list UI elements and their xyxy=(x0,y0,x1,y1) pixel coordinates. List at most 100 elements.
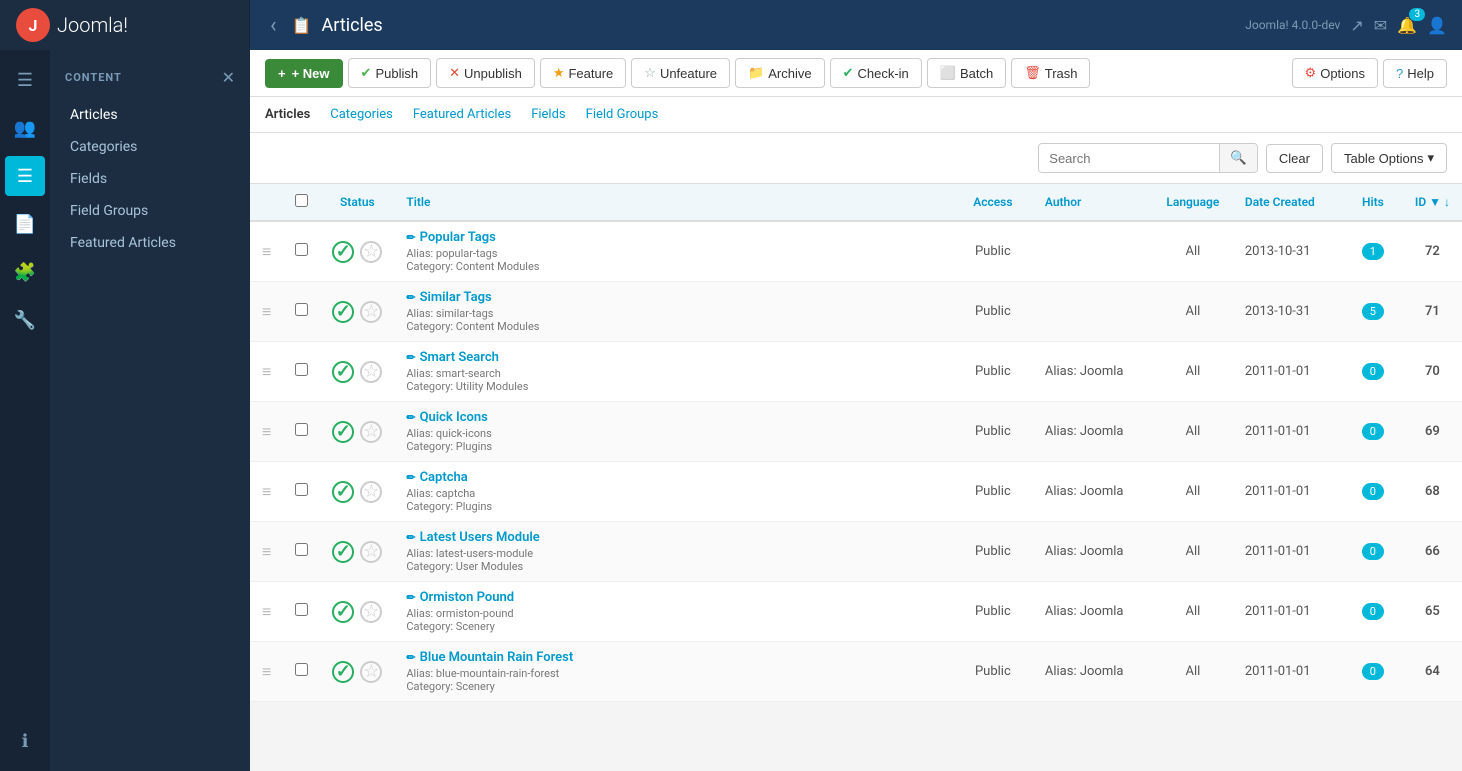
sidebar-item-fields[interactable]: Fields xyxy=(50,163,250,195)
featured-icon[interactable]: ☆ xyxy=(360,241,382,263)
article-title-link[interactable]: Captcha xyxy=(420,470,468,485)
trash-button[interactable]: 🗑 Trash xyxy=(1011,58,1090,88)
row-checkbox[interactable] xyxy=(295,483,308,496)
hits-badge[interactable]: 0 xyxy=(1362,483,1384,500)
article-title-link[interactable]: Latest Users Module xyxy=(420,530,540,545)
date-cell: 2011-01-01 xyxy=(1233,462,1343,522)
subnav-articles[interactable]: Articles xyxy=(265,105,310,124)
subnav-featured-articles[interactable]: Featured Articles xyxy=(413,105,511,124)
col-header-hits[interactable]: Hits xyxy=(1343,184,1403,221)
col-header-language[interactable]: Language xyxy=(1153,184,1233,221)
drag-handle[interactable]: ≡ xyxy=(250,221,283,282)
sidebar-item-articles[interactable]: Articles xyxy=(50,99,250,131)
publish-button[interactable]: ✔ Publish xyxy=(348,58,432,88)
drag-handle[interactable]: ≡ xyxy=(250,522,283,582)
subnav-categories[interactable]: Categories xyxy=(330,105,393,124)
published-icon[interactable]: ✓ xyxy=(332,541,354,563)
clear-button[interactable]: Clear xyxy=(1266,144,1323,173)
drag-handle[interactable]: ≡ xyxy=(250,582,283,642)
subnav-fields[interactable]: Fields xyxy=(531,105,565,124)
article-title-link[interactable]: Popular Tags xyxy=(420,230,496,245)
batch-button[interactable]: ⬜ Batch xyxy=(927,58,1006,88)
back-button[interactable]: ‹ xyxy=(265,13,282,38)
row-checkbox[interactable] xyxy=(295,243,308,256)
new-button[interactable]: + + New xyxy=(265,59,343,88)
published-icon[interactable]: ✓ xyxy=(332,361,354,383)
hits-badge[interactable]: 5 xyxy=(1362,303,1384,320)
sidebar-close-button[interactable]: ✕ xyxy=(222,68,235,87)
row-checkbox[interactable] xyxy=(295,543,308,556)
sidebar-item-field-groups[interactable]: Field Groups xyxy=(50,195,250,227)
row-checkbox[interactable] xyxy=(295,363,308,376)
checkin-button[interactable]: ✔ Check-in xyxy=(830,58,922,88)
hits-badge[interactable]: 1 xyxy=(1362,243,1384,260)
featured-icon[interactable]: ☆ xyxy=(360,421,382,443)
hits-badge[interactable]: 0 xyxy=(1362,603,1384,620)
col-header-author[interactable]: Author xyxy=(1033,184,1153,221)
article-title-link[interactable]: Quick Icons xyxy=(420,410,488,425)
featured-icon[interactable]: ☆ xyxy=(360,541,382,563)
drag-handle[interactable]: ≡ xyxy=(250,342,283,402)
table-options-button[interactable]: Table Options ▾ xyxy=(1331,143,1447,173)
hits-badge[interactable]: 0 xyxy=(1362,663,1384,680)
row-checkbox[interactable] xyxy=(295,423,308,436)
status-cell: ✓ ☆ xyxy=(320,582,394,642)
nav-icon-menu[interactable]: ☰ xyxy=(5,60,45,100)
drag-handle[interactable]: ≡ xyxy=(250,402,283,462)
article-title-link[interactable]: Smart Search xyxy=(420,350,499,365)
col-header-check[interactable] xyxy=(283,184,320,221)
published-icon[interactable]: ✓ xyxy=(332,241,354,263)
title-cell: ✏ Latest Users Module Alias: latest-user… xyxy=(394,522,953,582)
nav-icon-list[interactable]: ☰ xyxy=(5,156,45,196)
published-icon[interactable]: ✓ xyxy=(332,421,354,443)
featured-icon[interactable]: ☆ xyxy=(360,361,382,383)
published-icon[interactable]: ✓ xyxy=(332,661,354,683)
external-link-icon[interactable]: ↗ xyxy=(1350,16,1363,35)
row-checkbox[interactable] xyxy=(295,303,308,316)
message-icon[interactable]: ✉ xyxy=(1374,16,1387,35)
featured-icon[interactable]: ☆ xyxy=(360,661,382,683)
row-checkbox[interactable] xyxy=(295,603,308,616)
unfeature-button[interactable]: ☆ Unfeature xyxy=(631,58,730,88)
col-header-title[interactable]: Title xyxy=(394,184,953,221)
row-checkbox[interactable] xyxy=(295,663,308,676)
featured-icon[interactable]: ☆ xyxy=(360,481,382,503)
user-icon[interactable]: 👤 xyxy=(1427,16,1447,35)
unpublish-button[interactable]: ✕ Unpublish xyxy=(436,58,535,88)
archive-button[interactable]: 📁 Archive xyxy=(735,58,825,88)
feature-button[interactable]: ★ Feature xyxy=(540,58,626,88)
col-header-date[interactable]: Date Created xyxy=(1233,184,1343,221)
drag-handle[interactable]: ≡ xyxy=(250,642,283,702)
drag-handle[interactable]: ≡ xyxy=(250,462,283,522)
col-header-access[interactable]: Access xyxy=(953,184,1033,221)
subnav-field-groups[interactable]: Field Groups xyxy=(586,105,659,124)
search-input[interactable] xyxy=(1039,145,1219,172)
published-icon[interactable]: ✓ xyxy=(332,481,354,503)
sidebar-item-featured-articles[interactable]: Featured Articles xyxy=(50,227,250,259)
featured-icon[interactable]: ☆ xyxy=(360,301,382,323)
hits-badge[interactable]: 0 xyxy=(1362,543,1384,560)
search-button[interactable]: 🔍 xyxy=(1219,144,1257,172)
article-title-link[interactable]: Blue Mountain Rain Forest xyxy=(420,650,574,665)
col-header-drag[interactable] xyxy=(250,184,283,221)
featured-icon[interactable]: ☆ xyxy=(360,601,382,623)
select-all-checkbox[interactable] xyxy=(295,194,308,207)
nav-icon-info[interactable]: ℹ xyxy=(5,721,45,761)
sidebar-item-categories[interactable]: Categories xyxy=(50,131,250,163)
hits-badge[interactable]: 0 xyxy=(1362,363,1384,380)
notification-icon[interactable]: 🔔 3 xyxy=(1397,16,1417,35)
options-button[interactable]: ⚙ Options xyxy=(1292,58,1378,88)
help-button[interactable]: ? Help xyxy=(1383,59,1447,88)
drag-handle[interactable]: ≡ xyxy=(250,282,283,342)
article-title-link[interactable]: Similar Tags xyxy=(420,290,492,305)
nav-icon-users[interactable]: 👥 xyxy=(5,108,45,148)
col-header-status[interactable]: Status xyxy=(320,184,394,221)
col-header-id[interactable]: ID ▼ xyxy=(1403,184,1462,221)
published-icon[interactable]: ✓ xyxy=(332,301,354,323)
nav-icon-components[interactable]: 🧩 xyxy=(5,252,45,292)
article-title-link[interactable]: Ormiston Pound xyxy=(420,590,515,605)
published-icon[interactable]: ✓ xyxy=(332,601,354,623)
nav-icon-extensions[interactable]: 🔧 xyxy=(5,300,45,340)
nav-icon-content[interactable]: 📄 xyxy=(5,204,45,244)
hits-badge[interactable]: 0 xyxy=(1362,423,1384,440)
